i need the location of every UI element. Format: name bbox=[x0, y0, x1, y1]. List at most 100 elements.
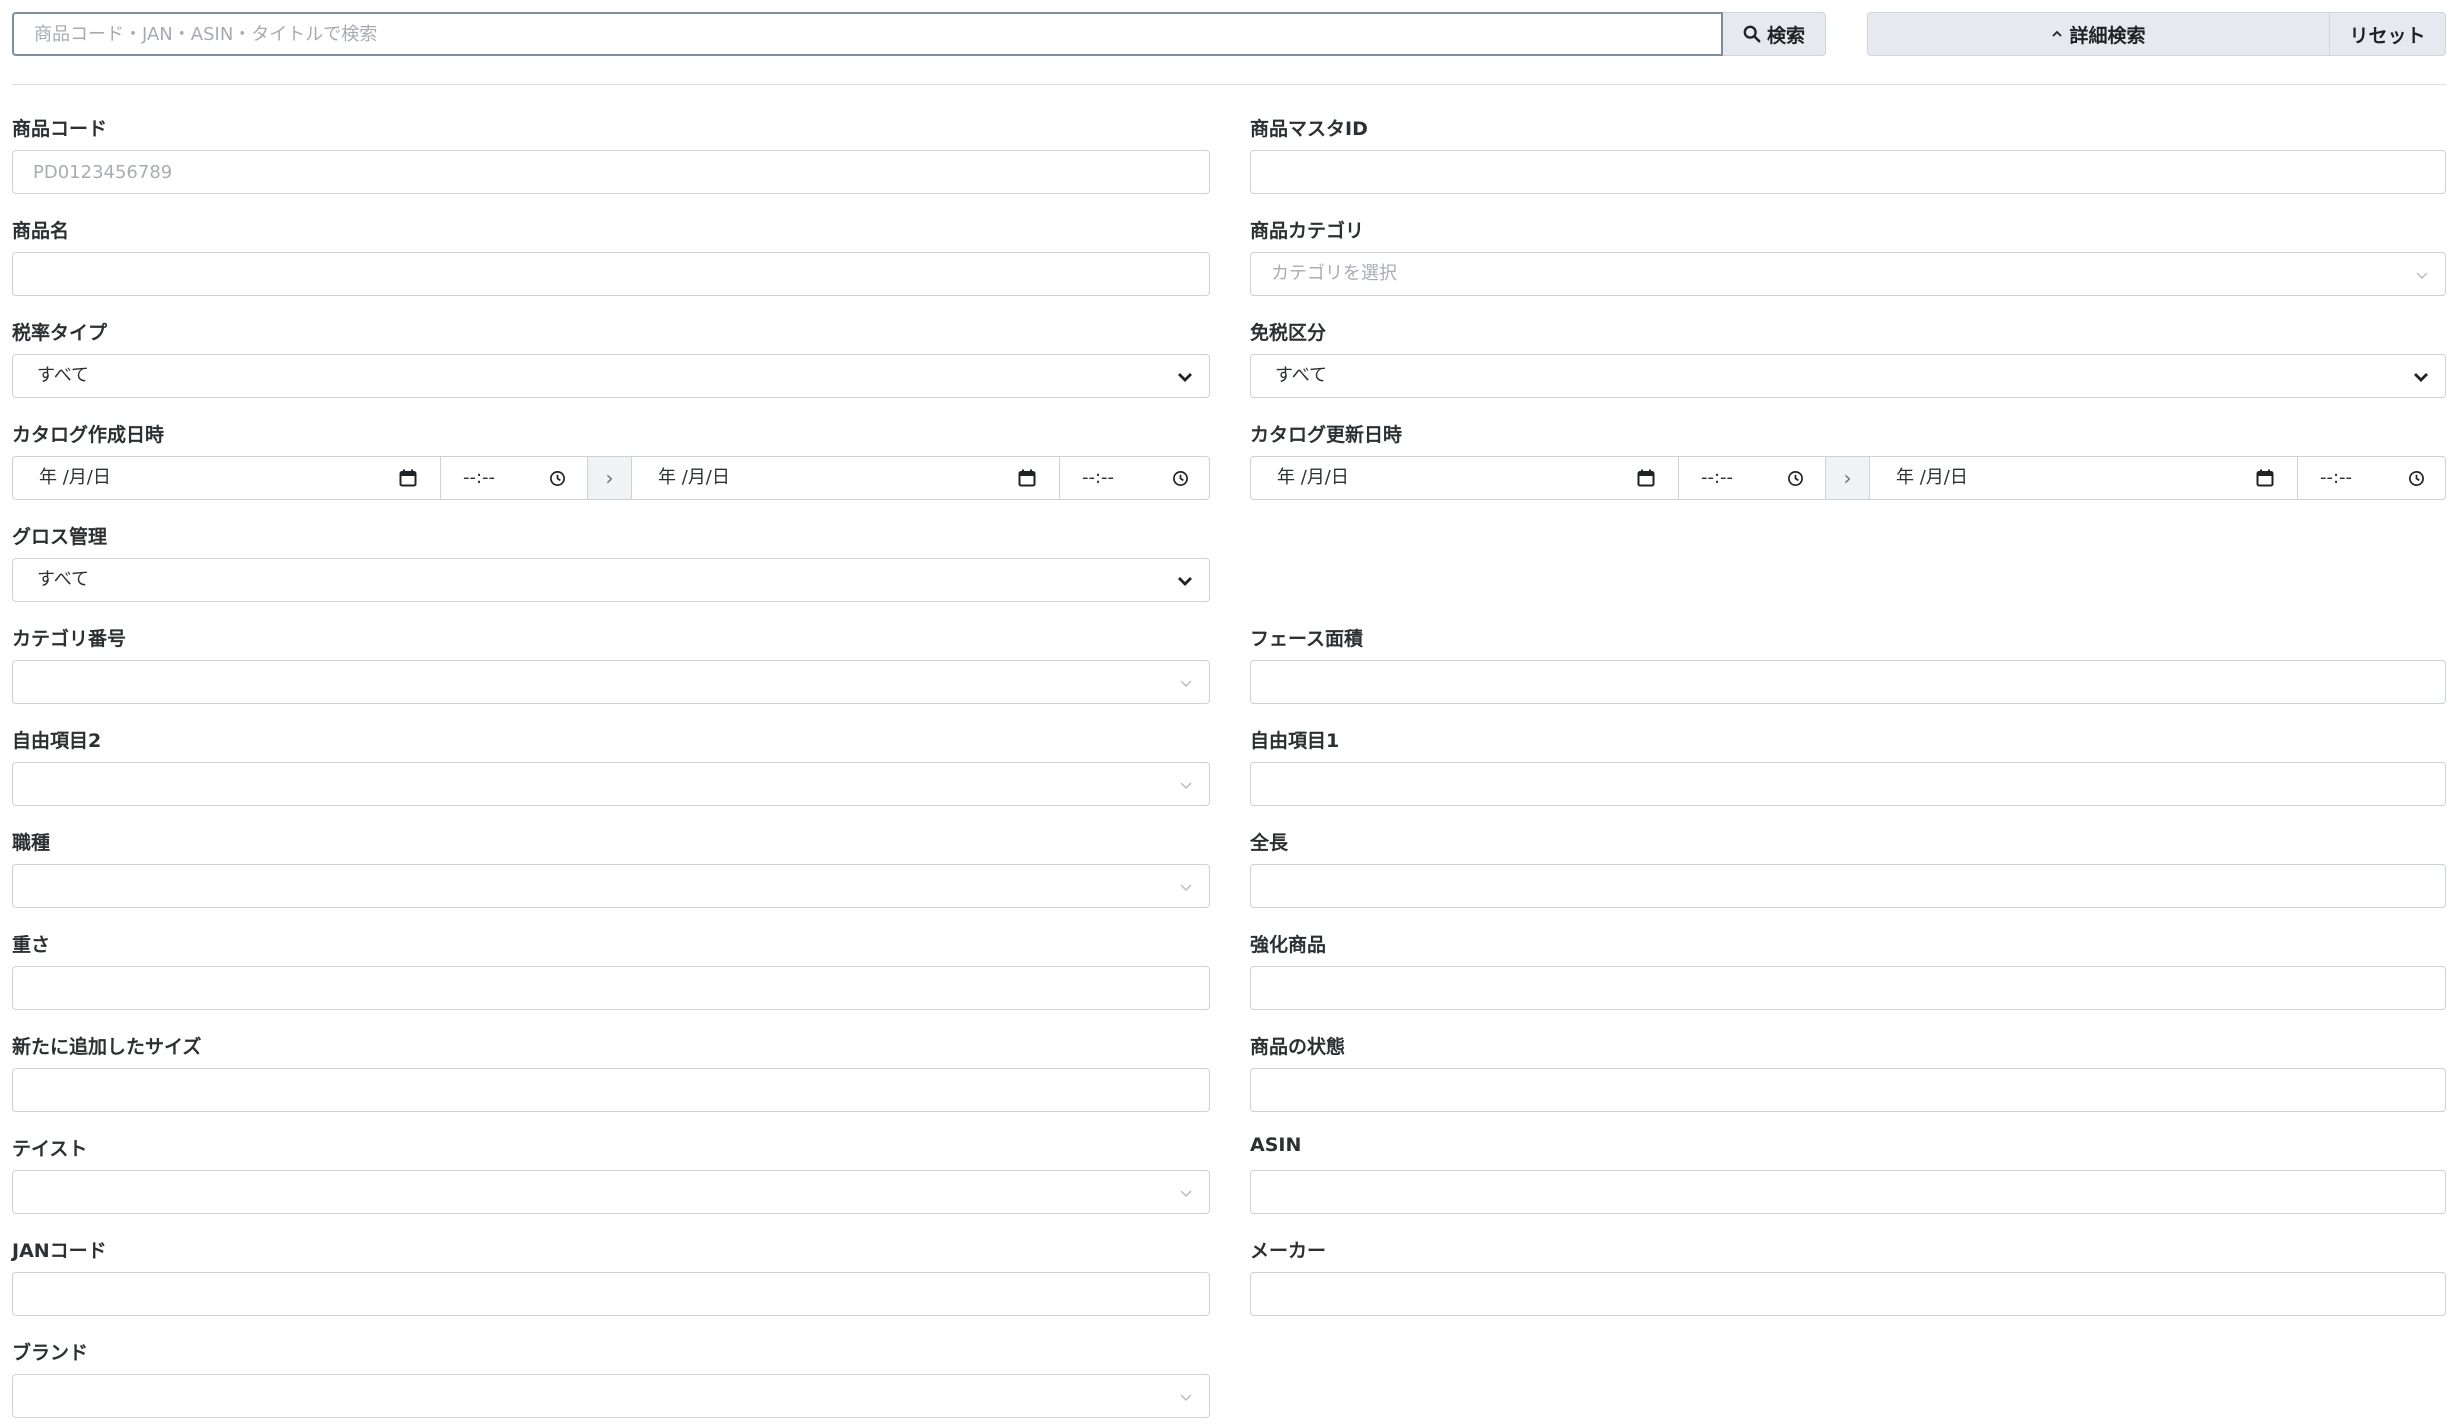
tax-exempt-value: すべて bbox=[1275, 365, 1328, 386]
gross-management-value: すべて bbox=[37, 569, 90, 590]
catalog-created-to-time[interactable]: --:-- bbox=[1060, 457, 1209, 499]
face-area-label: フェース面積 bbox=[1250, 628, 1364, 650]
brand-label: ブランド bbox=[12, 1342, 89, 1364]
taste-select[interactable] bbox=[12, 1170, 1210, 1214]
clock-icon[interactable] bbox=[1787, 470, 1804, 487]
asin-field[interactable] bbox=[1250, 1170, 2446, 1214]
time-placeholder: --:-- bbox=[1082, 467, 1115, 488]
product-category-label: 商品カテゴリ bbox=[1250, 220, 1365, 242]
product-condition-label: 商品の状態 bbox=[1250, 1036, 1346, 1058]
search-input[interactable] bbox=[12, 12, 1723, 56]
maker-input[interactable] bbox=[1251, 1273, 2445, 1315]
product-master-id-label: 商品マスタID bbox=[1250, 118, 1368, 140]
divider bbox=[12, 84, 2446, 85]
search-icon bbox=[1743, 25, 1761, 43]
catalog-updated-from-time[interactable]: --:-- bbox=[1679, 457, 1819, 499]
clock-icon[interactable] bbox=[549, 470, 566, 487]
reset-button[interactable]: リセット bbox=[2330, 12, 2446, 56]
brand-select[interactable] bbox=[12, 1374, 1210, 1418]
category-number-select[interactable] bbox=[12, 660, 1210, 704]
time-placeholder: --:-- bbox=[1701, 467, 1734, 488]
free-item-1-field[interactable] bbox=[1250, 762, 2446, 806]
reset-button-label: リセット bbox=[2349, 24, 2426, 47]
product-code-input[interactable] bbox=[13, 151, 1209, 193]
date-placeholder: 年 /月/日 bbox=[1896, 467, 1968, 488]
jan-code-label: JANコード bbox=[12, 1240, 107, 1262]
catalog-created-from-time[interactable]: --:-- bbox=[441, 457, 581, 499]
chevron-down-icon bbox=[1180, 1394, 1192, 1402]
tax-rate-type-value: すべて bbox=[37, 365, 90, 386]
product-master-id-field[interactable] bbox=[1250, 150, 2446, 194]
free-item-1-input[interactable] bbox=[1251, 763, 2445, 805]
catalog-updated-range: 年 /月/日 --:-- › 年 /月/日 --:-- bbox=[1250, 456, 2446, 500]
face-area-input[interactable] bbox=[1251, 661, 2445, 703]
jan-code-input[interactable] bbox=[13, 1273, 1209, 1315]
weight-input[interactable] bbox=[13, 967, 1209, 1009]
calendar-icon[interactable] bbox=[1636, 468, 1656, 488]
gross-management-label: グロス管理 bbox=[12, 526, 108, 548]
new-size-field[interactable] bbox=[12, 1068, 1210, 1112]
asin-input[interactable] bbox=[1251, 1171, 2445, 1213]
product-category-select[interactable]: カテゴリを選択 bbox=[1250, 252, 2446, 296]
product-master-id-input[interactable] bbox=[1251, 151, 2445, 193]
chevron-up-icon bbox=[2052, 30, 2063, 37]
catalog-created-range: 年 /月/日 --:-- › 年 /月/日 --:-- bbox=[12, 456, 1210, 500]
calendar-icon[interactable] bbox=[2255, 468, 2275, 488]
tax-rate-type-select[interactable]: すべて bbox=[12, 354, 1210, 398]
chevron-down-icon bbox=[2416, 272, 2428, 280]
tax-exempt-label: 免税区分 bbox=[1250, 322, 1327, 344]
search-button[interactable]: 検索 bbox=[1723, 12, 1826, 56]
range-arrow: › bbox=[587, 457, 632, 499]
free-item-2-label: 自由項目2 bbox=[12, 730, 102, 752]
new-size-label: 新たに追加したサイズ bbox=[12, 1036, 202, 1058]
job-type-select[interactable] bbox=[12, 864, 1210, 908]
maker-field[interactable] bbox=[1250, 1272, 2446, 1316]
advanced-search-label: 詳細検索 bbox=[2069, 24, 2146, 47]
product-search-form: 検索 詳細検索 リセット 商品コード 商品マスタID 商品名 商品カテゴリ カテ… bbox=[0, 0, 2458, 1426]
clock-icon[interactable] bbox=[2408, 470, 2425, 487]
product-code-field[interactable] bbox=[12, 150, 1210, 194]
catalog-updated-to-date[interactable]: 年 /月/日 bbox=[1870, 457, 2297, 499]
date-placeholder: 年 /月/日 bbox=[658, 467, 730, 488]
category-number-label: カテゴリ番号 bbox=[12, 628, 127, 650]
featured-product-field[interactable] bbox=[1250, 966, 2446, 1010]
jan-code-field[interactable] bbox=[12, 1272, 1210, 1316]
date-placeholder: 年 /月/日 bbox=[39, 467, 111, 488]
tax-exempt-select[interactable]: すべて bbox=[1250, 354, 2446, 398]
tax-rate-type-label: 税率タイプ bbox=[12, 322, 108, 344]
product-category-placeholder: カテゴリを選択 bbox=[1271, 263, 1397, 284]
product-condition-field[interactable] bbox=[1250, 1068, 2446, 1112]
chevron-down-icon bbox=[1180, 884, 1192, 892]
new-size-input[interactable] bbox=[13, 1069, 1209, 1111]
chevron-down-icon bbox=[1178, 373, 1192, 382]
catalog-created-to-date[interactable]: 年 /月/日 bbox=[632, 457, 1059, 499]
calendar-icon[interactable] bbox=[1017, 468, 1037, 488]
maker-label: メーカー bbox=[1250, 1240, 1327, 1262]
job-type-label: 職種 bbox=[12, 832, 51, 854]
date-placeholder: 年 /月/日 bbox=[1277, 467, 1349, 488]
total-length-label: 全長 bbox=[1250, 832, 1289, 854]
product-name-field[interactable] bbox=[12, 252, 1210, 296]
calendar-icon[interactable] bbox=[398, 468, 418, 488]
free-item-2-select[interactable] bbox=[12, 762, 1210, 806]
asin-label: ASIN bbox=[1250, 1134, 1302, 1156]
clock-icon[interactable] bbox=[1172, 470, 1189, 487]
weight-label: 重さ bbox=[12, 934, 51, 956]
product-condition-input[interactable] bbox=[1251, 1069, 2445, 1111]
catalog-created-label: カタログ作成日時 bbox=[12, 424, 165, 446]
gross-management-select[interactable]: すべて bbox=[12, 558, 1210, 602]
product-name-input[interactable] bbox=[13, 253, 1209, 295]
product-name-label: 商品名 bbox=[12, 220, 70, 242]
weight-field[interactable] bbox=[12, 966, 1210, 1010]
featured-product-input[interactable] bbox=[1251, 967, 2445, 1009]
advanced-search-button[interactable]: 詳細検索 bbox=[1867, 12, 2330, 56]
total-length-input[interactable] bbox=[1251, 865, 2445, 907]
face-area-field[interactable] bbox=[1250, 660, 2446, 704]
catalog-updated-to-time[interactable]: --:-- bbox=[2298, 457, 2445, 499]
total-length-field[interactable] bbox=[1250, 864, 2446, 908]
chevron-down-icon bbox=[1180, 782, 1192, 790]
catalog-created-from-date[interactable]: 年 /月/日 bbox=[13, 457, 440, 499]
catalog-updated-label: カタログ更新日時 bbox=[1250, 424, 1403, 446]
catalog-updated-from-date[interactable]: 年 /月/日 bbox=[1251, 457, 1678, 499]
featured-product-label: 強化商品 bbox=[1250, 934, 1327, 956]
